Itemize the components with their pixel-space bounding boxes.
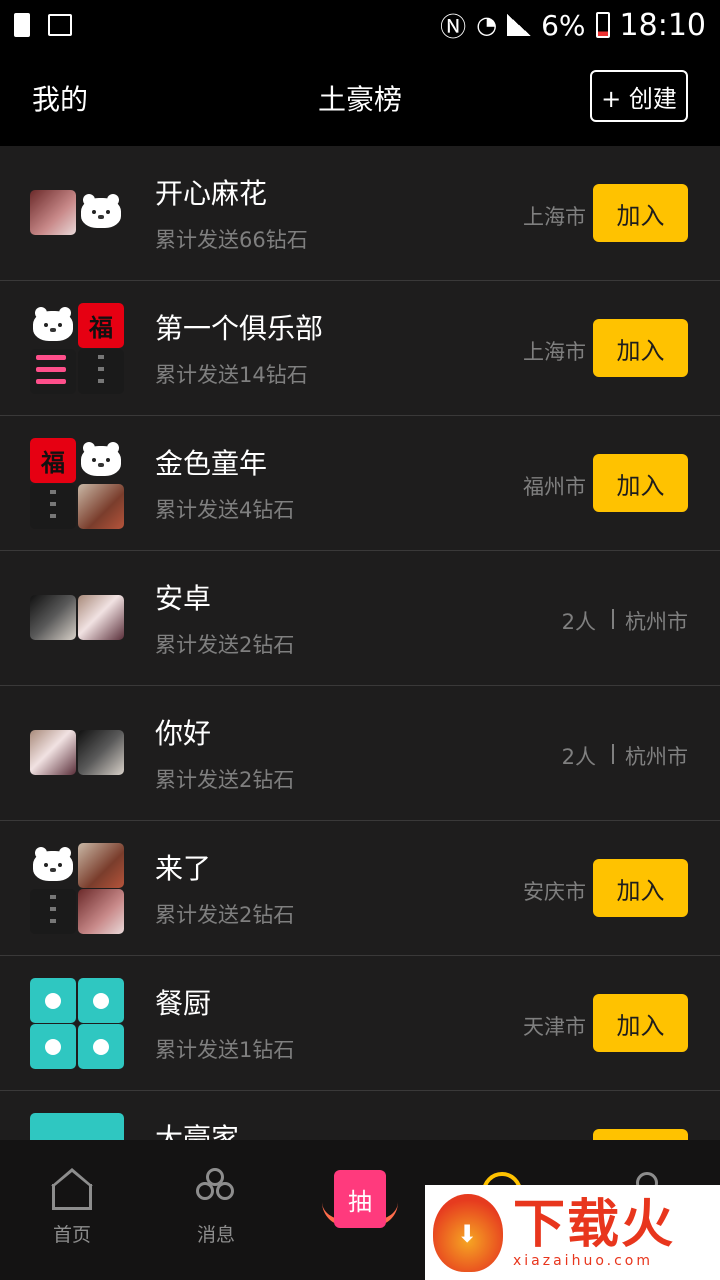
clock: 18:10 bbox=[619, 7, 706, 43]
avatar bbox=[78, 595, 124, 640]
join-button[interactable]: 加入 bbox=[593, 454, 688, 512]
list-item[interactable]: 福 第一个俱乐部 累计发送14钻石 上海市 加入 bbox=[0, 281, 720, 416]
divider bbox=[612, 744, 614, 764]
group-avatar: 福 bbox=[30, 303, 124, 395]
fu-avatar: 福 bbox=[78, 303, 124, 348]
join-button[interactable]: 加入 bbox=[593, 319, 688, 377]
group-stats: 累计发送14钻石 bbox=[155, 363, 308, 387]
group-stats: 累计发送2钻石 bbox=[155, 768, 295, 792]
list-item[interactable]: 来了 累计发送2钻石 安庆市 加入 bbox=[0, 821, 720, 956]
join-button[interactable]: 加入 bbox=[593, 994, 688, 1052]
list-item[interactable]: 你好 累计发送2钻石 2人 杭州市 bbox=[0, 686, 720, 821]
group-city: 福州市 bbox=[523, 475, 586, 499]
wifi-icon: ◔ bbox=[476, 11, 498, 39]
bear-avatar bbox=[30, 843, 76, 888]
group-avatar bbox=[30, 1113, 124, 1140]
avatar bbox=[78, 889, 124, 934]
avatar bbox=[30, 190, 76, 235]
alert-icon bbox=[14, 13, 30, 37]
default-user-icon bbox=[78, 978, 124, 1023]
list-item[interactable]: 开心麻花 累计发送66钻石 上海市 加入 bbox=[0, 146, 720, 281]
tab-home[interactable]: 首页 bbox=[22, 1168, 122, 1247]
image-icon bbox=[48, 14, 72, 36]
bear-avatar bbox=[78, 190, 124, 235]
watermark-url: xiazaihuo.com bbox=[513, 1252, 653, 1269]
red-packet-button[interactable]: 抽 bbox=[334, 1170, 386, 1228]
page-title: 土豪榜 bbox=[317, 83, 402, 116]
nfc-icon: Ⓝ bbox=[440, 12, 467, 43]
avatar bbox=[30, 595, 76, 640]
signal-icon bbox=[507, 14, 532, 36]
list-item[interactable]: 福 金色童年 累计发送4钻石 福州市 加入 bbox=[0, 416, 720, 551]
list-item[interactable]: 餐厨 累计发送1钻石 天津市 加入 bbox=[0, 956, 720, 1091]
status-bar: Ⓝ ◔ 6% 18:10 bbox=[0, 0, 720, 50]
app-bar: 我的 土豪榜 + 创建 bbox=[0, 50, 720, 146]
group-stats: 累计发送2钻石 bbox=[155, 633, 295, 657]
join-button[interactable]: 加入 bbox=[593, 184, 688, 242]
list-item[interactable]: 安卓 累计发送2钻石 2人 杭州市 bbox=[0, 551, 720, 686]
member-count: 2人 bbox=[561, 745, 596, 769]
list-item[interactable]: 大豪家 bbox=[0, 1091, 720, 1140]
group-name: 你好 bbox=[155, 717, 212, 750]
avatar bbox=[78, 730, 124, 775]
bear-avatar bbox=[78, 438, 124, 483]
group-name: 安卓 bbox=[155, 582, 212, 615]
flame-download-icon bbox=[433, 1193, 503, 1272]
group-city: 杭州市 bbox=[625, 610, 688, 634]
create-button[interactable]: + 创建 bbox=[590, 70, 688, 122]
watermark-title: 下载火 bbox=[513, 1194, 676, 1255]
group-city: 上海市 bbox=[523, 340, 586, 364]
group-name: 第一个俱乐部 bbox=[155, 312, 324, 345]
group-avatar bbox=[30, 168, 124, 260]
group-city: 安庆市 bbox=[523, 880, 586, 904]
avatar bbox=[30, 349, 76, 394]
group-stats: 累计发送1钻石 bbox=[155, 1038, 295, 1062]
back-button[interactable]: 我的 bbox=[32, 78, 88, 118]
tab-label: 消息 bbox=[196, 1224, 235, 1246]
group-stats: 累计发送2钻石 bbox=[155, 903, 295, 927]
group-avatar: 福 bbox=[30, 438, 124, 530]
club-icon bbox=[194, 1168, 238, 1212]
avatar bbox=[78, 349, 124, 394]
default-user-icon bbox=[30, 1024, 76, 1069]
fu-avatar: 福 bbox=[30, 438, 76, 483]
default-user-icon bbox=[30, 1113, 124, 1140]
default-user-icon bbox=[30, 978, 76, 1023]
group-name: 金色童年 bbox=[155, 447, 268, 480]
battery-percent: 6% bbox=[541, 8, 586, 42]
avatar bbox=[30, 889, 76, 934]
group-name: 餐厨 bbox=[155, 987, 212, 1020]
group-avatar bbox=[30, 978, 124, 1070]
tab-messages[interactable]: 消息 bbox=[166, 1168, 266, 1247]
bear-avatar bbox=[30, 303, 76, 348]
divider bbox=[612, 609, 614, 629]
watermark-logo: 下载火 xiazaihuo.com bbox=[425, 1185, 720, 1280]
group-city: 天津市 bbox=[523, 1015, 586, 1039]
group-avatar bbox=[30, 708, 124, 800]
avatar bbox=[78, 484, 124, 529]
group-avatar bbox=[30, 843, 124, 935]
group-stats: 累计发送4钻石 bbox=[155, 498, 295, 522]
default-user-icon bbox=[78, 1024, 124, 1069]
member-count: 2人 bbox=[561, 610, 596, 634]
group-list[interactable]: 开心麻花 累计发送66钻石 上海市 加入 福 第一个俱乐部 累计发送14钻石 上… bbox=[0, 146, 720, 1140]
avatar bbox=[30, 730, 76, 775]
join-button[interactable] bbox=[593, 1129, 688, 1140]
avatar bbox=[30, 484, 76, 529]
avatar bbox=[78, 843, 124, 888]
group-name: 大豪家 bbox=[155, 1122, 240, 1140]
group-name: 来了 bbox=[155, 852, 212, 885]
group-avatar bbox=[30, 573, 124, 665]
group-stats: 累计发送66钻石 bbox=[155, 228, 308, 252]
home-icon bbox=[50, 1168, 94, 1212]
join-button[interactable]: 加入 bbox=[593, 859, 688, 917]
battery-icon bbox=[595, 12, 610, 38]
group-city: 杭州市 bbox=[625, 745, 688, 769]
group-city: 上海市 bbox=[523, 205, 586, 229]
tab-label: 首页 bbox=[52, 1224, 91, 1246]
group-name: 开心麻花 bbox=[155, 177, 268, 210]
